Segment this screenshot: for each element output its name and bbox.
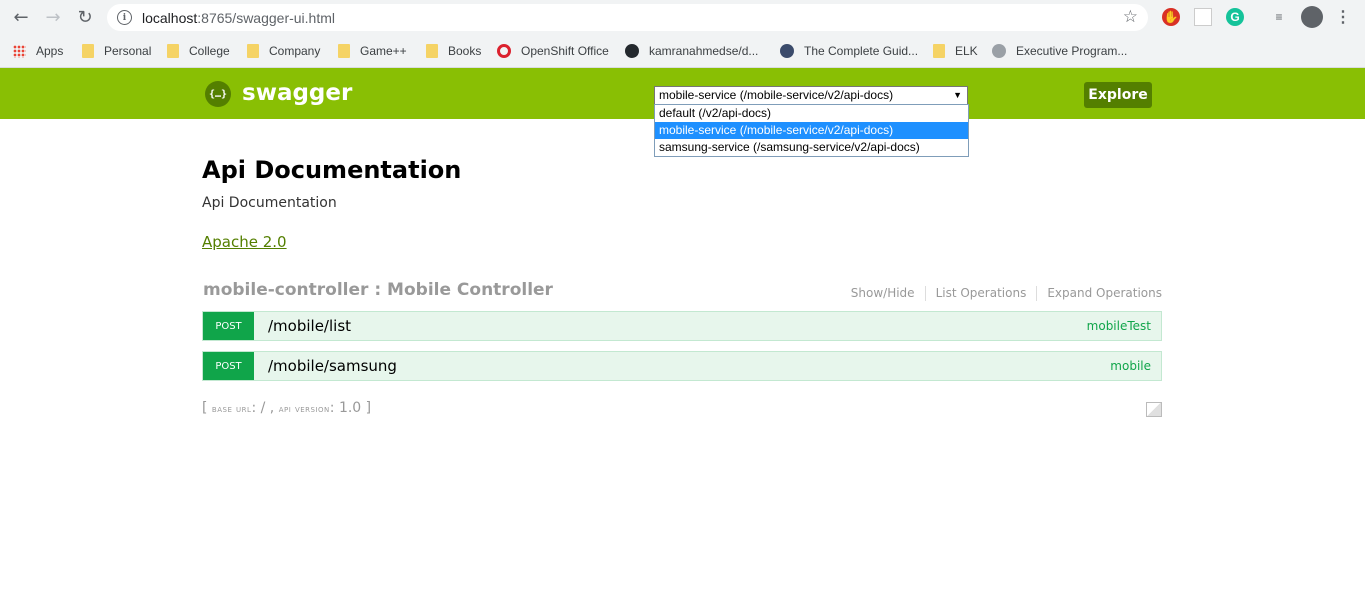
bookmark-elk[interactable]: ELK [933, 41, 978, 61]
github-icon [625, 44, 639, 58]
site-icon [780, 44, 794, 58]
bookmark-apps[interactable]: Apps [13, 41, 63, 61]
expand-operations-link[interactable]: Expand Operations [1037, 286, 1162, 301]
folder-icon [426, 44, 438, 58]
bookmark-college[interactable]: College [167, 41, 230, 61]
license-link[interactable]: Apache 2.0 [202, 233, 287, 251]
folder-icon [82, 44, 94, 58]
explore-button[interactable]: Explore [1084, 82, 1152, 108]
folder-icon [167, 44, 179, 58]
operation-summary[interactable]: mobileTest [1087, 319, 1151, 333]
swagger-logo-icon[interactable]: {…} [205, 81, 231, 107]
validator-badge-image[interactable] [1146, 402, 1162, 417]
forward-icon[interactable]: → [42, 6, 64, 28]
media-icon[interactable]: ≡ [1270, 8, 1288, 26]
operation-path[interactable]: /mobile/list [268, 317, 351, 335]
extension-icon[interactable] [1194, 8, 1212, 26]
controller-actions: Show/Hide List Operations Expand Operati… [841, 286, 1162, 301]
bookmark-books[interactable]: Books [426, 41, 481, 61]
url-text[interactable]: localhost:8765/swagger-ui.html [142, 10, 335, 26]
bookmark-openshift[interactable]: OpenShift Office [497, 41, 609, 61]
menu-icon[interactable]: ⋮ [1334, 8, 1352, 26]
adblock-icon[interactable]: ✋ [1162, 8, 1180, 26]
spec-dropdown-list: default (/v2/api-docs) mobile-service (/… [654, 104, 969, 157]
star-icon[interactable]: ☆ [1123, 7, 1138, 27]
bookmarks-bar: Apps Personal College Company Game++ Boo… [0, 35, 1365, 68]
operation-row[interactable]: POST /mobile/samsung mobile [202, 351, 1162, 381]
reload-icon[interactable]: ↻ [74, 6, 96, 28]
avatar[interactable] [1301, 6, 1323, 28]
http-method-badge[interactable]: POST [203, 352, 254, 380]
controller-title[interactable]: mobile-controller : Mobile Controller [203, 280, 553, 300]
operation-summary[interactable]: mobile [1110, 359, 1151, 373]
spec-option-selected[interactable]: mobile-service (/mobile-service/v2/api-d… [655, 122, 968, 139]
api-title: Api Documentation [202, 156, 462, 184]
folder-icon [338, 44, 350, 58]
bookmark-github[interactable]: kamranahmedse/d... [625, 41, 758, 61]
spec-select[interactable]: mobile-service (/mobile-service/v2/api-d… [654, 86, 968, 105]
bookmark-company[interactable]: Company [247, 41, 320, 61]
operation-row[interactable]: POST /mobile/list mobileTest [202, 311, 1162, 341]
info-icon[interactable]: i [117, 10, 132, 25]
folder-icon [933, 44, 945, 58]
folder-icon [247, 44, 259, 58]
bookmark-personal[interactable]: Personal [82, 41, 151, 61]
browser-toolbar: ← → ↻ i localhost:8765/swagger-ui.html ☆… [0, 0, 1365, 35]
bookmark-complete-guide[interactable]: The Complete Guid... [780, 41, 918, 61]
bookmark-game[interactable]: Game++ [338, 41, 407, 61]
site-icon [992, 44, 1006, 58]
operation-path[interactable]: /mobile/samsung [268, 357, 397, 375]
spec-option[interactable]: default (/v2/api-docs) [655, 105, 968, 122]
swagger-brand[interactable]: swagger [242, 80, 352, 106]
http-method-badge[interactable]: POST [203, 312, 254, 340]
grammarly-icon[interactable]: G [1226, 8, 1244, 26]
apps-grid-icon [13, 44, 26, 58]
bookmark-executive-program[interactable]: Executive Program... [992, 41, 1127, 61]
api-footer: [ base url: / , api version: 1.0 ] [202, 400, 372, 416]
address-bar[interactable]: i localhost:8765/swagger-ui.html ☆ [107, 4, 1148, 31]
spec-option[interactable]: samsung-service (/samsung-service/v2/api… [655, 139, 968, 156]
openshift-icon [497, 44, 511, 58]
list-operations-link[interactable]: List Operations [926, 286, 1038, 301]
dropdown-arrow-icon: ▼ [953, 90, 962, 100]
api-description: Api Documentation [202, 195, 337, 211]
show-hide-link[interactable]: Show/Hide [841, 286, 926, 301]
back-icon[interactable]: ← [10, 6, 32, 28]
